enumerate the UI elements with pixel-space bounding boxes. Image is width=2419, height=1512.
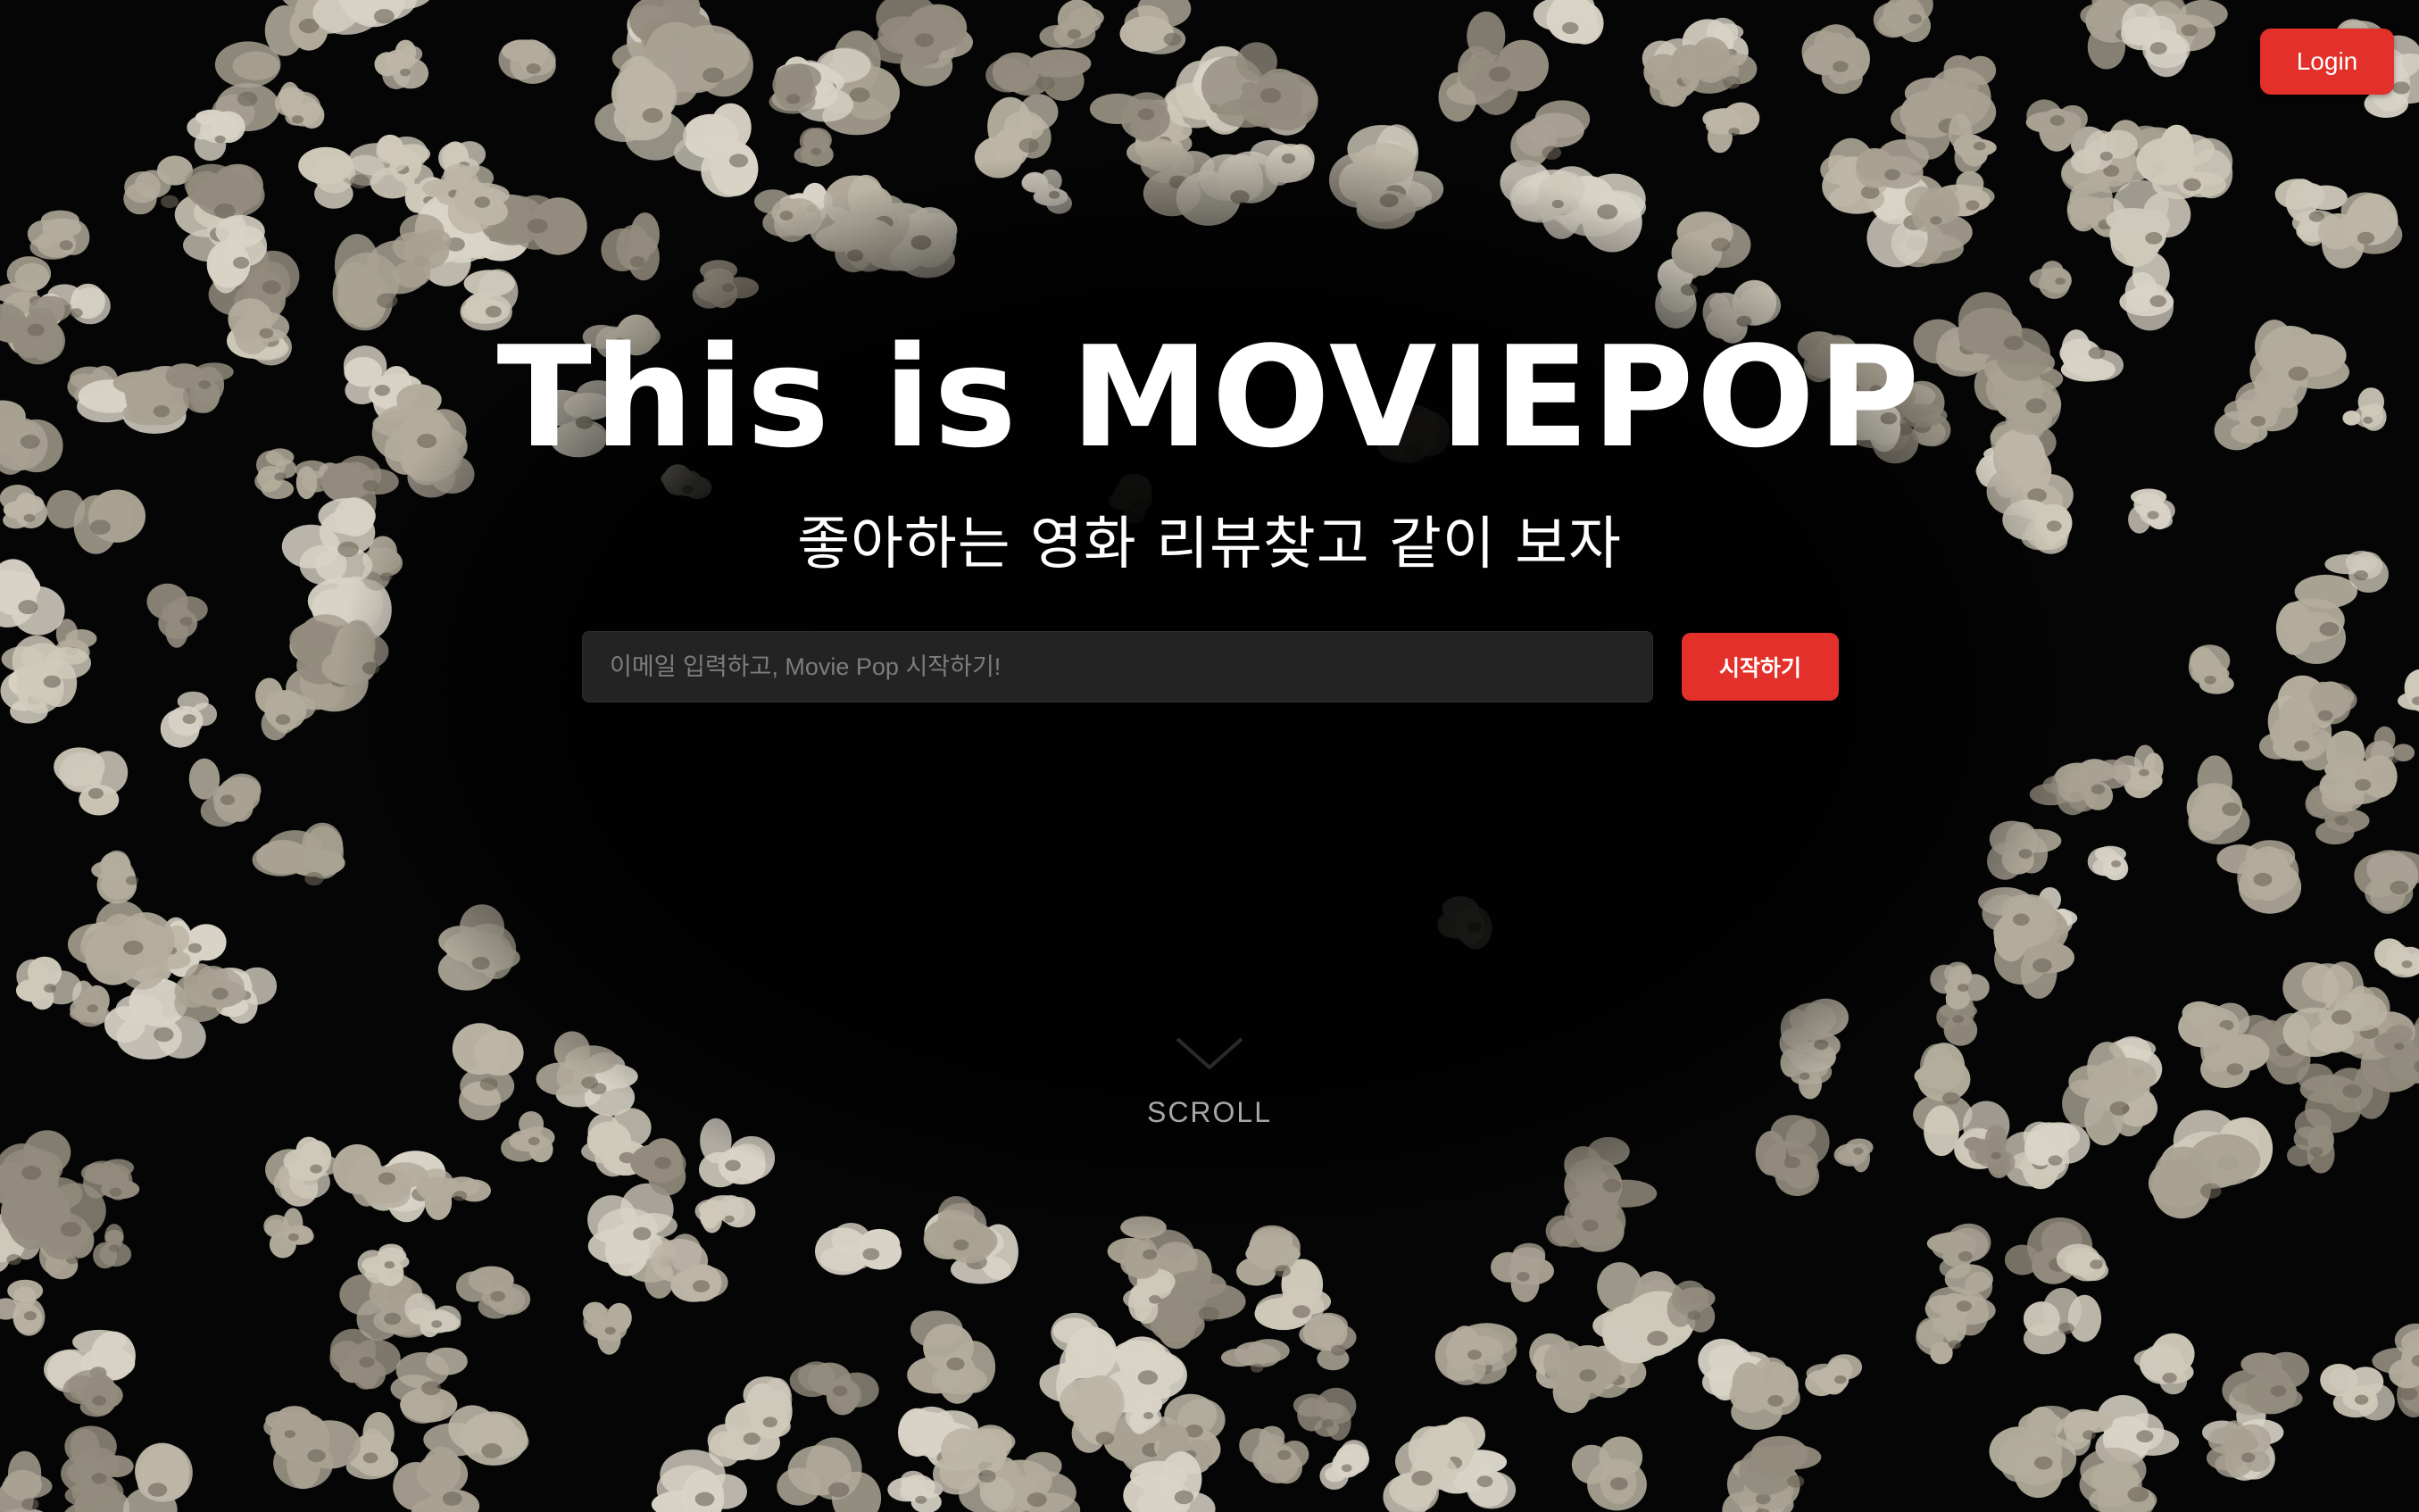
page-subtitle: 좋아하는 영화 리뷰찾고 같이 보자 [797, 511, 1622, 577]
popcorn-piece [2023, 1121, 2091, 1167]
landing-page: Login This is MOVIEPOP 좋아하는 영화 리뷰찾고 같이 보… [0, 0, 2419, 1512]
scroll-indicator[interactable]: SCROLL [1120, 1035, 1299, 1142]
start-button[interactable]: 시작하기 [1682, 633, 1839, 701]
page-title: This is MOVIEPOP [496, 316, 1923, 478]
scroll-label: SCROLL [1146, 1096, 1273, 1128]
email-input[interactable] [582, 631, 1653, 702]
popcorn-background [0, 0, 2419, 1512]
login-button[interactable]: Login [2260, 29, 2394, 95]
chevron-down-icon [1176, 1037, 1243, 1070]
